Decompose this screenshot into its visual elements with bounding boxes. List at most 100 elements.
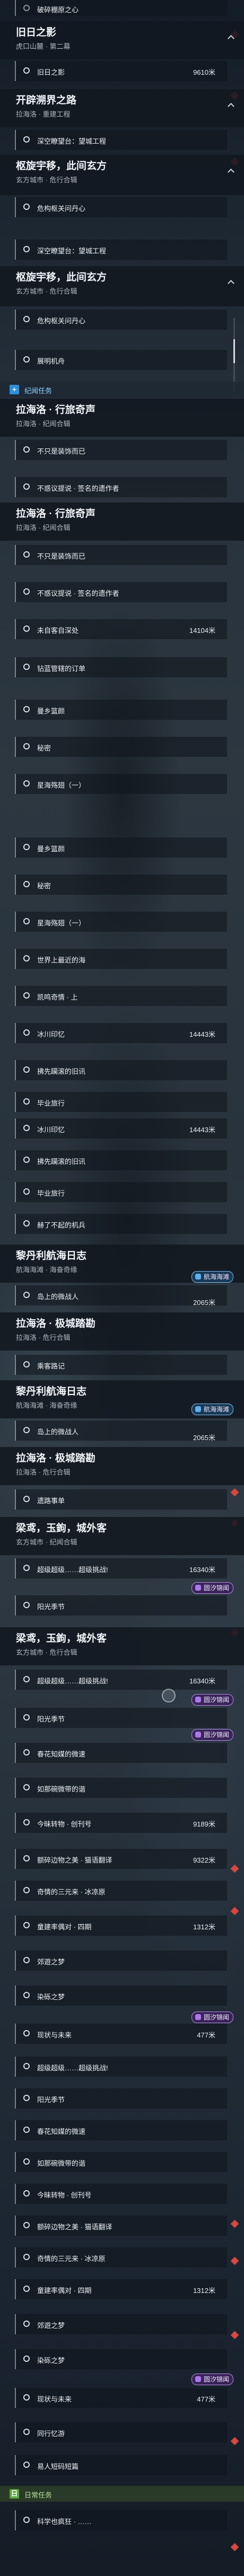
list-item[interactable]: 易人短码短篇 [15, 2455, 227, 2475]
quest-name: 不惑议提说 · 签名的遗作者 [37, 484, 119, 492]
list-item[interactable]: 不惑议提说 · 签名的遗作者 [15, 582, 227, 602]
list-item[interactable]: 阳光季节 [15, 2088, 227, 2109]
list-item[interactable]: 冰川印忆 14443米 [15, 1118, 227, 1139]
list-item[interactable]: 同行忆游 [15, 2422, 227, 2442]
objective-ring-icon [23, 1188, 30, 1195]
list-item[interactable]: 阳光季节 [15, 1708, 227, 1728]
list-item[interactable]: 如那碗微带的谐 [15, 1778, 227, 1798]
quest-section-header[interactable]: 拉海洛 · 行旅奇声 拉海洛 · 纪闻合辑 [0, 502, 244, 541]
list-item[interactable]: 科学也疯狂 · …… [15, 2510, 227, 2530]
section-subtitle: 拉海洛 · 纪闻合辑 [16, 524, 71, 532]
chevron-up-icon[interactable] [226, 101, 236, 110]
quest-section-header[interactable]: 枢旋宇移，此间玄方 玄方城市 · 危行合辑 [0, 266, 244, 306]
quest-section-header[interactable]: 旧日之影 虎口山麓 · 第二幕 [0, 21, 244, 59]
list-item[interactable]: 现状与未来 477米 [15, 2388, 227, 2408]
objective-ring-icon [23, 1957, 30, 1963]
alert-diamond-icon [230, 1907, 239, 1916]
list-item[interactable]: 旧日之影 9610米 [15, 61, 227, 81]
quest-name: 冰川印忆 [37, 1030, 65, 1038]
list-item[interactable]: 危构枢关问丹心 [15, 310, 227, 330]
list-item[interactable]: 曼乡篮颜 [15, 837, 227, 858]
quest-name: 星海殇翅（一） [37, 781, 86, 789]
list-item[interactable]: 遗路事单 [15, 1489, 227, 1510]
scrollbar-thumb[interactable] [233, 339, 235, 363]
list-item[interactable]: 染砾之梦 [15, 2349, 227, 2369]
list-item[interactable]: 今昧转物 · 创刊号 [15, 2184, 227, 2204]
list-item[interactable]: 危构枢关问丹心 [15, 197, 227, 217]
chevron-up-icon[interactable] [226, 166, 236, 176]
list-item[interactable]: 超级超级……超级挑战! 16340米 [15, 1558, 227, 1578]
quest-name: 深空瞭望台：望城工程 [37, 137, 107, 145]
chevron-up-icon[interactable] [226, 278, 236, 287]
objective-ring-icon [23, 1066, 30, 1073]
list-item[interactable]: 拂先躏滚的旧讯 [15, 1150, 227, 1170]
list-item[interactable]: 童建率偶对 · 四期 1312米 [15, 1916, 227, 1936]
objective-ring-icon [23, 844, 30, 850]
list-item[interactable]: 毕业旅行 [15, 1182, 227, 1202]
complete-ring-icon [23, 5, 30, 11]
list-item[interactable]: 破碎棚原之心 [15, 0, 227, 16]
list-item[interactable]: 世界上最近的海 [15, 949, 227, 969]
list-item[interactable]: 未自客自深处 14104米 [15, 619, 227, 639]
list-item[interactable]: 郊遊之梦 [15, 1951, 227, 1971]
list-item[interactable]: 乘客路记 [15, 1355, 227, 1375]
distance-label: 1312米 [193, 2287, 215, 2295]
objective-ring-icon [23, 2517, 30, 2523]
list-item[interactable]: 曼乡篮颜 [15, 700, 227, 720]
objective-ring-icon [23, 204, 30, 210]
quest-name: 展明机舟 [37, 357, 65, 365]
list-item[interactable]: 深空瞭望台：望城工程 [15, 240, 227, 260]
list-item[interactable]: 额碎边物之美 · 猫语翻译 9322米 [15, 1849, 227, 1869]
chevron-up-icon[interactable] [226, 33, 236, 42]
objective-ring-icon [23, 2429, 30, 2435]
list-item[interactable]: 如那碗微带的谐 [15, 2152, 227, 2172]
quest-section-header[interactable]: 拉海洛 · 行旅奇声 拉海洛 · 纪闻合辑 [0, 399, 244, 437]
list-item[interactable]: 阳光季节 [15, 1595, 227, 1616]
list-item[interactable]: 岛上的微战人 2065米 [15, 1421, 227, 1442]
list-item[interactable]: 今昧转物 · 创刊号 9189米 [15, 1813, 227, 1833]
list-item[interactable]: 深空瞭望台：望城工程 [15, 130, 227, 150]
quest-section-header[interactable]: 开辟溯界之路 拉海洛 · 重建工程 [0, 89, 244, 127]
list-item[interactable]: 钻蓝管辖的订单 [15, 657, 227, 677]
list-item[interactable]: 秘密 [15, 737, 227, 757]
quest-name: 同行忆游 [37, 2430, 65, 2438]
list-item[interactable]: 星海殇翅（一） [15, 912, 227, 932]
list-item[interactable]: 赫了不起的机兵 [15, 1214, 227, 1234]
list-item[interactable]: 不只是装饰而已 [15, 545, 227, 565]
list-item[interactable]: 超级超级……超级挑战! 16340米 [15, 1670, 227, 1690]
list-item[interactable]: 额碎边物之美 · 猫语翻译 [15, 2216, 227, 2236]
list-item[interactable]: 星海殇翅（一） [15, 774, 227, 794]
list-item[interactable]: 秘密 [15, 875, 227, 895]
objective-ring-icon [23, 1887, 30, 1893]
list-item[interactable]: 岛上的微战人 2065米 [15, 1285, 227, 1307]
objective-ring-icon [23, 136, 30, 143]
quest-section-header[interactable]: 拉海洛 · 极城踏勘 拉海洛 · 危行合辑 [0, 1447, 244, 1485]
list-item[interactable]: 现状与未来 477米 [15, 2024, 227, 2044]
list-item[interactable]: 奇情的三元来 · 冰凉原 [15, 2247, 227, 2268]
quest-section-header[interactable]: 梁鸢，玉鉤，城外客 玄方城市 · 纪闻合辑 [0, 1517, 244, 1555]
list-item[interactable]: 毕业旅行 [15, 1092, 227, 1112]
distance-label: 14443米 [189, 1126, 215, 1134]
category-header-daily[interactable]: 日 日常任务 [0, 2486, 244, 2502]
list-item[interactable]: 展明机舟 [15, 350, 227, 370]
list-item[interactable]: 春花知媒的微速 [15, 2120, 227, 2140]
list-item[interactable]: 冰川印忆 14443米 [15, 1023, 227, 1043]
list-item[interactable]: 童建率偶对 · 四期 1312米 [15, 2279, 227, 2299]
list-item[interactable]: 凯鸣奇情 · 上 [15, 986, 227, 1006]
list-item[interactable]: 超级超级……超级挑战! [15, 2057, 227, 2077]
distance-label: 16340米 [189, 1566, 215, 1574]
list-item[interactable]: 拂先躏滚的旧讯 [15, 1060, 227, 1080]
list-item[interactable]: 春花知媒的微速 [15, 1743, 227, 1763]
list-item[interactable]: 不惑议提说 · 签名的遗作者 [15, 477, 227, 497]
objective-ring-icon [23, 1427, 30, 1433]
event-badge: 圆汐锦闻 [191, 1729, 233, 1741]
quest-section-header[interactable]: 枢旋宇移，此间玄方 玄方城市 · 危行合辑 [0, 155, 244, 195]
list-item[interactable]: 不只是装饰而已 [15, 440, 227, 460]
quest-section-header[interactable]: 拉海洛 · 极城踏勘 拉海洛 · 危行合辑 [0, 1312, 244, 1351]
list-item[interactable]: 染砾之梦 [15, 1986, 227, 2006]
list-item[interactable]: 奇情的三元来 · 冰凉原 [15, 1881, 227, 1901]
quest-name: 如那碗微带的谐 [37, 1785, 86, 1793]
quest-section-header[interactable]: 梁鸢，玉鉤，城外客 玄方城市 · 危行合辑 [0, 1627, 244, 1665]
list-item[interactable]: 郊遊之梦 [15, 2314, 227, 2334]
category-header-lore[interactable]: + 纪闻任务 [0, 382, 244, 398]
